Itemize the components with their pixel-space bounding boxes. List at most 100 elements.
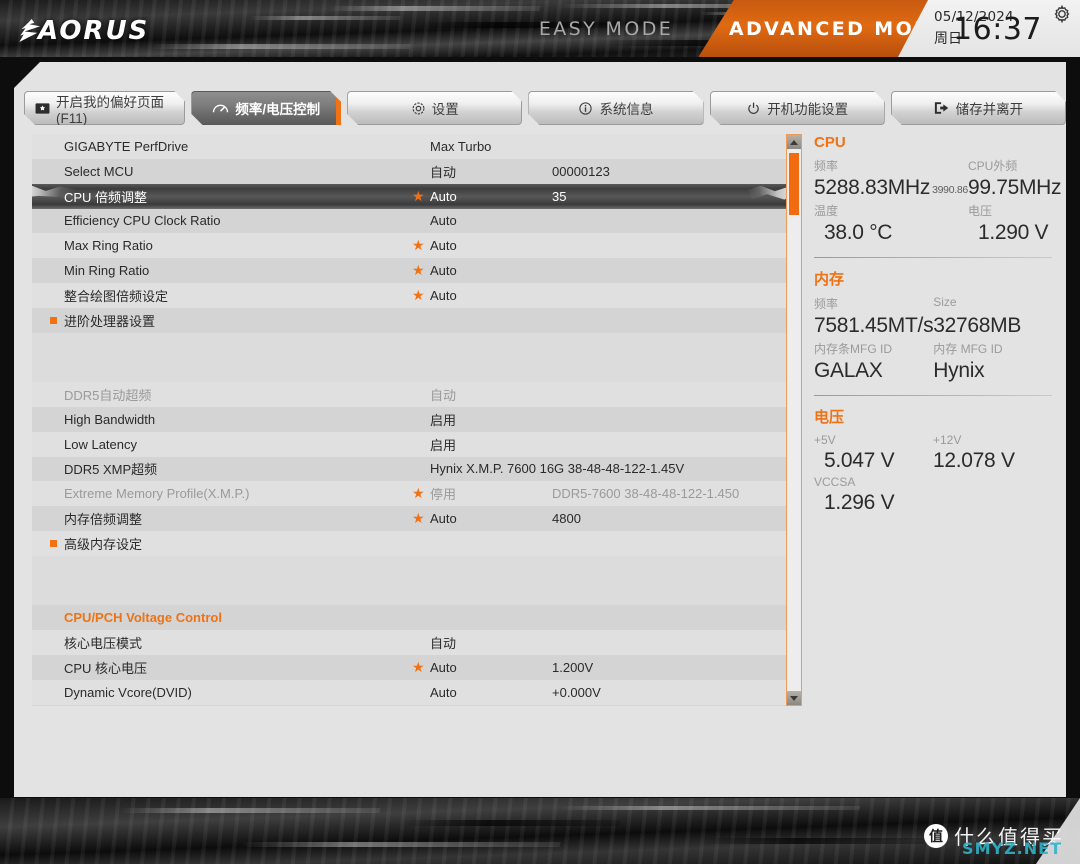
settings-row-label: 内存倍频调整	[64, 512, 143, 528]
settings-row-label: CPU 倍频调整	[64, 189, 148, 205]
settings-row-value: 启用	[430, 437, 457, 453]
exit-icon	[934, 101, 950, 115]
settings-row[interactable]: Extreme Memory Profile(X.M.P.) ★ 停用 DDR5-76…	[32, 481, 802, 507]
settings-list: GIGABYTE PerfDrive Max Turbo Select MCU 自动 0…	[32, 134, 802, 706]
info-icon	[578, 101, 593, 116]
bottom-strip: 值 什么值得买 SMYZ.NET	[0, 798, 1080, 864]
cpu-voltage-label: 电压	[967, 204, 992, 218]
settings-row[interactable]: Low Latency 启用	[32, 431, 802, 457]
tab-save-exit-label: 储存并离开	[955, 102, 1024, 117]
voltage-info-section: 电压 +5V +12V 5.047 V 12.078 V VCCSA 1.296…	[814, 406, 1052, 515]
settings-row[interactable]: Min Ring Ratio ★ Auto	[32, 258, 802, 283]
hardware-info-panel: CPU 频率 CPU外频 5288.83MHz 3990.86 99.75MHz …	[814, 134, 1062, 734]
settings-row-value: Max Turbo	[430, 138, 492, 154]
settings-row-value: Auto	[430, 684, 457, 700]
memory-freq-label: 频率	[814, 297, 839, 311]
settings-row-label: 高级内存设定	[64, 536, 143, 552]
settings-row[interactable]: Max Ring Ratio ★ Auto	[32, 233, 802, 259]
tab-boot-settings-label: 开机功能设置	[767, 102, 849, 117]
memory-module-mfg-value: GALAX	[814, 359, 883, 382]
settings-row-value: 自动	[430, 636, 457, 652]
tab-settings[interactable]: 设置	[347, 91, 522, 125]
settings-row[interactable]: Dynamic Vcore(DVID) Auto +0.000V	[32, 679, 802, 705]
scrollbar-thumb[interactable]	[789, 153, 799, 215]
favorite-star-icon[interactable]: ★	[412, 287, 425, 304]
cpu-temp-label: 温度	[814, 204, 839, 218]
watermark-badge: 值	[924, 823, 948, 848]
aorus-falcon-icon	[19, 19, 40, 43]
settings-row-value: Auto	[430, 188, 457, 204]
divider	[814, 395, 1052, 396]
settings-row-value: 停用	[430, 487, 457, 503]
settings-row[interactable]: 进阶处理器设置	[32, 307, 802, 333]
settings-row-extra: 4800	[552, 511, 581, 527]
cpu-voltage-value: 1.290 V	[977, 221, 1049, 244]
cpu-temp-value: 38.0 °C	[824, 221, 893, 244]
settings-row[interactable]: Select MCU 自动 00000123	[32, 158, 802, 184]
scroll-up-arrow[interactable]	[787, 135, 801, 149]
settings-row-label: Low Latency	[64, 436, 137, 452]
settings-row-value: Auto	[430, 213, 457, 229]
settings-row[interactable]: 基频/电压比例调整自动	[32, 704, 802, 706]
favorite-star-icon[interactable]: ★	[412, 485, 425, 502]
favorite-star-icon[interactable]: ★	[412, 188, 425, 205]
settings-row[interactable]: 内存倍频调整 ★ Auto 4800	[32, 506, 802, 531]
tab-save-exit[interactable]: 储存并离开	[891, 91, 1066, 125]
gear-icon	[411, 101, 426, 116]
cpu-freq-value: 5288.83MHz 3990.86	[814, 176, 968, 199]
tab-easy-mode[interactable]: EASY MODE	[516, 0, 696, 57]
tab-settings-label: 设置	[431, 102, 459, 117]
settings-row-value: Auto	[430, 287, 457, 303]
settings-row-label: Min Ring Ratio	[64, 263, 150, 279]
settings-row-value: 自动	[430, 388, 457, 404]
settings-row[interactable]: 整合绘图倍频设定 ★ Auto	[32, 282, 802, 308]
memory-section-title: 内存	[814, 271, 845, 288]
favorite-star-icon[interactable]: ★	[412, 237, 425, 254]
cpu-info-section: CPU 频率 CPU外频 5288.83MHz 3990.86 99.75MHz …	[814, 134, 1062, 245]
cpu-bclk-value: 99.75MHz	[967, 176, 1062, 199]
settings-row[interactable]: CPU 核心电压 ★ Auto 1.200V	[32, 654, 802, 680]
cpu-section-title: CPU	[814, 134, 846, 151]
settings-row-spacer	[32, 357, 802, 383]
settings-scrollbar[interactable]	[786, 134, 802, 706]
settings-row-extra: DDR5-7600 38-48-48-122-1.450	[552, 486, 740, 502]
settings-row-value: 自动	[430, 164, 457, 180]
settings-row[interactable]: High Bandwidth 启用	[32, 406, 802, 432]
tab-favorites[interactable]: 开启我的偏好页面 (F11)	[24, 91, 185, 125]
settings-row-extra: 1.200V	[552, 659, 594, 675]
settings-row-value: Auto	[430, 511, 457, 527]
scroll-down-arrow[interactable]	[787, 691, 801, 705]
favorite-star-icon[interactable]: ★	[412, 659, 425, 676]
vccsa-label: VCCSA	[814, 475, 856, 489]
settings-row-value: Auto	[430, 238, 457, 254]
settings-row-label: Max Ring Ratio	[64, 238, 153, 254]
settings-row-label: 进阶处理器设置	[64, 313, 156, 329]
gear-icon[interactable]	[1052, 4, 1072, 24]
settings-row[interactable]: 高级内存设定	[32, 530, 802, 556]
settings-row[interactable]: DDR5自动超频 自动	[32, 382, 802, 407]
cpu-freq-sub: 3990.86	[932, 184, 968, 196]
easy-mode-label: EASY MODE	[538, 17, 674, 40]
settings-row-extra: 00000123	[552, 163, 610, 179]
settings-row-label: Dynamic Vcore(DVID)	[64, 684, 192, 700]
tab-system-info[interactable]: 系统信息	[528, 91, 703, 125]
tab-system-info-label: 系统信息	[599, 102, 654, 117]
v12-value: 12.078 V	[933, 449, 1015, 472]
settings-row[interactable]: Efficiency CPU Clock Ratio Auto	[32, 208, 802, 234]
settings-row[interactable]: GIGABYTE PerfDrive Max Turbo	[32, 134, 802, 159]
watermark-sub: SMYZ.NET	[962, 839, 1062, 858]
favorite-star-icon[interactable]: ★	[412, 510, 425, 527]
tab-boot-settings[interactable]: 开机功能设置	[710, 91, 885, 125]
memory-dram-mfg-label: 内存 MFG ID	[933, 342, 1003, 356]
settings-row-label: Efficiency CPU Clock Ratio	[64, 213, 221, 229]
settings-row[interactable]: 核心电压模式 自动	[32, 630, 802, 655]
settings-row[interactable]: DDR5 XMP超频 Hynix X.M.P. 7600 16G 38-48-48…	[32, 456, 802, 482]
v5-label: +5V	[814, 433, 836, 447]
tab-frequency-voltage[interactable]: 频率/电压控制	[191, 91, 341, 125]
power-icon	[746, 101, 761, 116]
settings-row-label: 整合绘图倍频设定	[64, 288, 169, 304]
cpu-freq-label: 频率	[814, 159, 839, 173]
settings-row[interactable]: CPU/PCH Voltage Control	[32, 605, 802, 631]
settings-row[interactable]: CPU 倍频调整 ★ Auto 35	[32, 183, 802, 209]
favorite-star-icon[interactable]: ★	[412, 262, 425, 279]
